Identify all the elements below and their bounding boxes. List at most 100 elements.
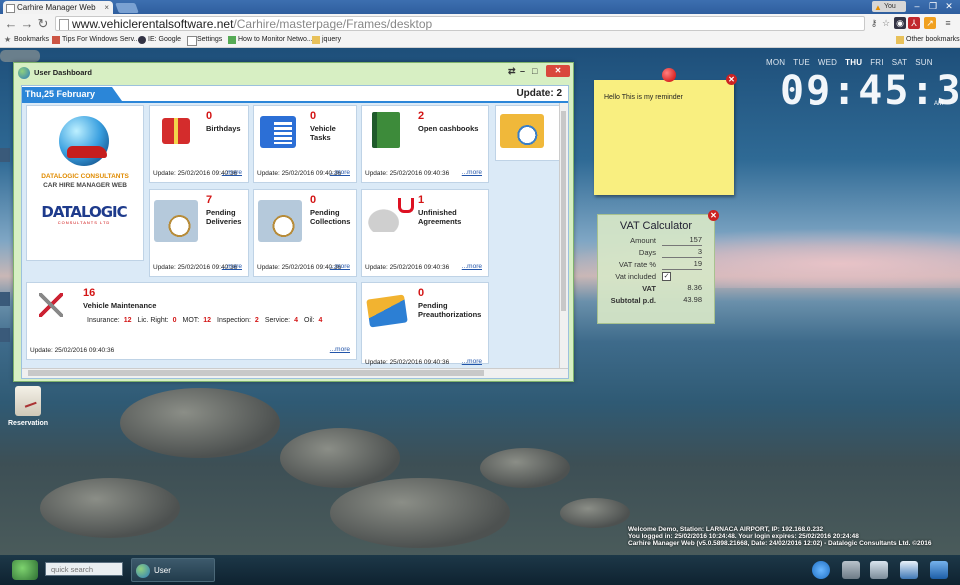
version-line: Carhire Manager Web (v5.0.5898.21668, Da… xyxy=(628,540,932,547)
bookmark-monitor[interactable]: How to Monitor Netwo... xyxy=(228,33,313,47)
pending-deliveries-tile[interactable]: 7 Pending Deliveries Update: 25/02/2016 … xyxy=(149,189,249,277)
tools-icon xyxy=(39,293,63,317)
new-tab-button[interactable] xyxy=(115,3,139,13)
reservation-label: Reservation xyxy=(8,420,49,427)
close-vat-icon[interactable]: ✕ xyxy=(708,210,719,221)
page-icon xyxy=(6,4,15,13)
minimize-icon[interactable]: – xyxy=(910,1,924,12)
bookmark-tips[interactable]: Tips For Windows Serv... xyxy=(52,33,139,47)
minimize-icon[interactable]: – xyxy=(520,65,525,78)
desktop-icon-partial[interactable] xyxy=(0,50,40,62)
star-icon[interactable]: ☆ xyxy=(880,17,892,29)
vat-included-checkbox[interactable]: ✓ xyxy=(662,272,671,281)
quick-search-input[interactable] xyxy=(45,562,123,576)
vehicle-maintenance-more-link[interactable]: ...more xyxy=(330,346,350,353)
unfinished-agreements-tile[interactable]: 1 Unfinished Agreements Update: 25/02/20… xyxy=(361,189,489,277)
scrollbar-thumb[interactable] xyxy=(28,370,484,376)
url-path: /Carhire/masterpage/Frames/desktop xyxy=(233,17,433,31)
open-cashbooks-count: 2 xyxy=(418,110,425,122)
desktop-icon-partial[interactable] xyxy=(0,292,10,306)
subtotal-label: Subtotal p.d. xyxy=(610,296,656,305)
close-sticky-icon[interactable]: ✕ xyxy=(726,74,737,85)
company-logo-tile: DATALOGIC CONSULTANTS CAR HIRE MANAGER W… xyxy=(26,105,144,261)
bookmark-icon xyxy=(52,36,60,44)
pdf-icon[interactable]: ⅄ xyxy=(908,17,920,29)
maximize-icon[interactable]: □ xyxy=(532,65,537,78)
calendar-icon[interactable] xyxy=(900,561,918,579)
inspection-label: Inspection: xyxy=(217,317,251,324)
other-bookmarks[interactable]: Other bookmarks xyxy=(896,33,960,47)
window-title: User Dashboard xyxy=(34,68,92,77)
bookmark-google[interactable]: IE: Google xyxy=(138,33,181,47)
date-bar: Thu,25 February Update: 2 xyxy=(22,87,568,103)
bookmark-settings[interactable]: Settings xyxy=(187,33,222,47)
vat-rate-input[interactable]: 19 xyxy=(662,259,702,270)
pending-deliveries-more-link[interactable]: ...more xyxy=(222,263,242,270)
horizontal-scrollbar[interactable] xyxy=(22,368,568,378)
warning-icon: ▲ xyxy=(874,3,882,12)
sticky-note: Hello This is my reminder xyxy=(594,80,734,195)
tab-close-icon[interactable]: × xyxy=(104,1,109,14)
browser-toolbar: ← → ↻ www.vehiclerentalsoftware.net/Carh… xyxy=(0,14,960,34)
extension-icon[interactable]: ◉ xyxy=(894,17,906,29)
bookmarks-star[interactable]: ★ Bookmarks xyxy=(4,33,49,47)
pending-collections-more-link[interactable]: ...more xyxy=(330,263,350,270)
folder-clock-icon xyxy=(154,200,198,242)
vertical-scrollbar[interactable] xyxy=(559,103,568,369)
scheduler-tile-partial[interactable] xyxy=(495,105,565,161)
vat-title: VAT Calculator xyxy=(619,220,693,232)
user-dashboard-window: User Dashboard ⇄ – □ ✕ Thu,25 February U… xyxy=(13,62,574,382)
reminder-textarea[interactable]: Hello This is my reminder xyxy=(602,92,726,188)
scrollbar-thumb[interactable] xyxy=(561,111,566,311)
desktop-icon-partial[interactable] xyxy=(0,148,10,162)
close-window-icon[interactable]: ✕ xyxy=(942,1,956,12)
key-icon[interactable]: ⚷ xyxy=(868,17,880,29)
lic-right-label: Lic. Right: xyxy=(137,317,169,324)
bookmark-jquery[interactable]: jquery xyxy=(312,33,341,47)
restore-icon[interactable]: ❐ xyxy=(926,1,940,12)
forward-arrow-icon[interactable]: → xyxy=(20,15,34,32)
window-titlebar[interactable]: User Dashboard ⇄ – □ ✕ xyxy=(14,63,573,83)
unfinished-agreements-more-link[interactable]: ...more xyxy=(462,263,482,270)
vehicle-tasks-tile[interactable]: 0 Vehicle Tasks Update: 25/02/2016 09:40… xyxy=(253,105,357,183)
address-bar[interactable]: www.vehiclerentalsoftware.net/Carhire/ma… xyxy=(55,16,865,31)
pending-preauth-more-link[interactable]: ...more xyxy=(462,358,482,365)
browser-tab[interactable]: Carhire Manager Web × xyxy=(3,1,113,14)
printer-icon[interactable] xyxy=(842,561,860,579)
birthdays-tile[interactable]: 0 Birthdays Update: 25/02/2016 09:40:36 … xyxy=(149,105,249,183)
weekday-today: THU xyxy=(845,58,863,67)
reload-icon[interactable]: ↻ xyxy=(36,15,50,32)
pending-collections-tile[interactable]: 0 Pending Collections Update: 25/02/2016… xyxy=(253,189,357,277)
chat-icon[interactable] xyxy=(812,561,830,579)
back-arrow-icon[interactable]: ← xyxy=(4,15,18,32)
days-input[interactable]: 3 xyxy=(662,247,702,258)
amount-input[interactable]: 157 xyxy=(662,235,702,246)
unfinished-agreements-update: Update: 25/02/2016 09:40:36 xyxy=(365,264,450,271)
car-logo-icon xyxy=(67,146,107,158)
window-icon[interactable] xyxy=(930,561,948,579)
reservation-desktop-icon[interactable]: Reservation xyxy=(8,386,48,427)
database-icon[interactable] xyxy=(870,561,888,579)
close-window-icon[interactable]: ✕ xyxy=(546,65,570,77)
profile-badge[interactable]: ▲ You xyxy=(872,1,906,12)
pending-preauth-tile[interactable]: 0 Pending Preauthorizations Update: 25/0… xyxy=(361,282,489,366)
desktop-icon-partial[interactable] xyxy=(0,328,10,342)
open-cashbooks-tile[interactable]: 2 Open cashbooks Update: 25/02/2016 09:4… xyxy=(361,105,489,183)
birthdays-count: 0 xyxy=(206,110,213,122)
open-cashbooks-more-link[interactable]: ...more xyxy=(462,169,482,176)
folder-clock-icon xyxy=(500,114,544,148)
menu-icon[interactable]: ≡ xyxy=(942,17,954,29)
taskbar-user-button[interactable]: User xyxy=(131,558,215,582)
gift-icon xyxy=(162,118,190,144)
pin-window-icon[interactable]: ⇄ xyxy=(508,65,516,78)
chart-extension-icon[interactable]: ↗ xyxy=(924,17,936,29)
oil-label: Oil: xyxy=(304,317,315,324)
url-domain: www.vehiclerentalsoftware.net xyxy=(72,17,234,31)
start-car-icon[interactable] xyxy=(12,560,38,580)
weekday: WED xyxy=(817,58,838,67)
magnet-icon xyxy=(398,198,414,213)
vehicle-maintenance-label: Vehicle Maintenance xyxy=(83,301,157,310)
birthdays-more-link[interactable]: ...more xyxy=(222,169,242,176)
vehicle-maintenance-tile[interactable]: 16 Vehicle Maintenance Insurance: 12 Lic. … xyxy=(26,282,357,360)
vehicle-tasks-more-link[interactable]: ...more xyxy=(330,169,350,176)
